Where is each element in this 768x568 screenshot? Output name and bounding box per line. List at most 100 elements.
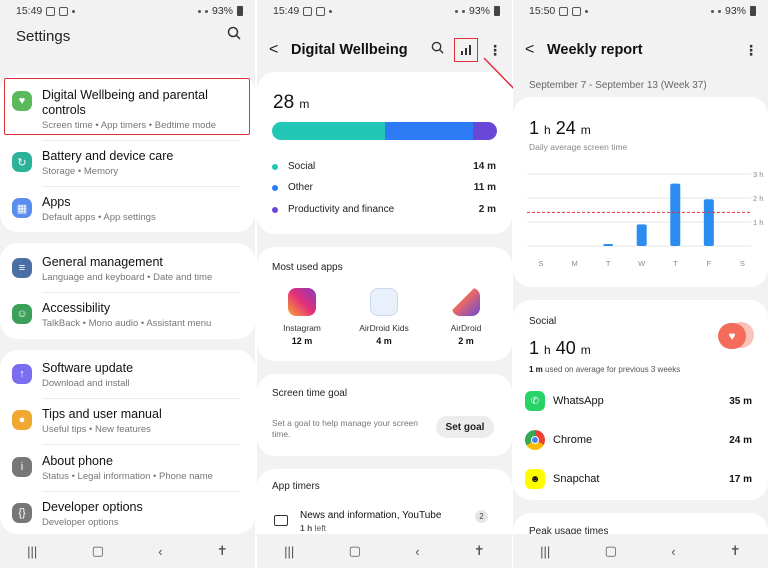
settings-item-tips[interactable]: ● Tips and user manual Useful tips • New … — [0, 407, 255, 435]
app-airdroid[interactable]: AirDroid 2 m — [426, 288, 506, 346]
weekly-report-screen: 15:50 93% < Weekly report ⋮ September 7 … — [513, 0, 768, 568]
item-title: Developer options — [42, 500, 143, 514]
social-app-whatsapp[interactable]: ✆ WhatsApp 35 m — [525, 391, 752, 411]
apps-grid-icon: ▦ — [12, 198, 32, 218]
social-app-snapchat[interactable]: ☻ Snapchat 17 m — [525, 469, 752, 489]
social-note-value: 1 m — [529, 365, 543, 374]
x-tick-label: M — [571, 259, 577, 268]
status-bar: 15:50 93% — [513, 0, 768, 22]
social-note-text: used on average for previous 3 weeks — [542, 365, 681, 374]
battery-icon — [494, 6, 500, 16]
nav-bar: ||| ▢ ‹ ✝ — [0, 534, 255, 568]
avg-hours: 1 — [529, 118, 540, 138]
divider — [42, 292, 241, 293]
more-options-icon[interactable]: ⋮ — [744, 42, 758, 59]
photo-icon — [59, 6, 69, 16]
accessibility-shortcut-icon[interactable]: ✝ — [217, 543, 228, 559]
settings-item-general-management[interactable]: ≡ General management Language and keyboar… — [0, 255, 255, 283]
item-subtitle: TalkBack • Mono audio • Assistant menu — [42, 318, 212, 329]
photo-icon — [316, 6, 326, 16]
back-icon[interactable]: ‹ — [158, 544, 162, 559]
home-icon[interactable]: ▢ — [92, 543, 104, 559]
legend-dot — [272, 184, 278, 191]
y-tick-label: 2 h — [753, 194, 763, 203]
back-arrow-icon[interactable]: < — [525, 41, 547, 59]
code-braces-icon: {} — [12, 503, 32, 523]
accessibility-shortcut-icon[interactable]: ✝ — [730, 543, 741, 559]
wifi-icon — [204, 9, 208, 13]
social-hours-unit: h — [544, 343, 551, 357]
app-duration: 24 m — [729, 434, 752, 446]
app-header: < Digital Wellbeing ⋮ — [269, 38, 502, 62]
back-icon[interactable]: ‹ — [671, 544, 675, 559]
gallery-icon — [559, 6, 569, 16]
nav-bar: ||| ▢ ‹ ✝ — [513, 534, 768, 568]
x-tick-label: T — [673, 259, 678, 268]
home-icon[interactable]: ▢ — [605, 543, 617, 559]
date-range[interactable]: September 7 - September 13 (Week 37) — [529, 80, 707, 91]
settings-item-about-phone[interactable]: i About phone Status • Legal information … — [0, 454, 255, 482]
airdroid-icon — [452, 288, 480, 316]
recents-icon[interactable]: ||| — [284, 544, 294, 559]
screen-time-goal-card — [257, 374, 512, 456]
status-time: 15:49 — [16, 5, 43, 17]
sliders-icon: ≡ — [12, 258, 32, 278]
item-title: Apps — [42, 195, 71, 209]
settings-item-accessibility[interactable]: ☺ Accessibility TalkBack • Mono audio • A… — [0, 301, 255, 329]
chart-bar-5 — [703, 199, 714, 246]
accessibility-shortcut-icon[interactable]: ✝ — [474, 543, 485, 559]
wifi-icon — [461, 9, 465, 13]
chart-bar-4 — [670, 183, 681, 246]
app-duration: 4 m — [376, 336, 392, 346]
battery-text: 93% — [468, 5, 490, 17]
notification-dot-icon — [72, 9, 76, 13]
social-category-label: Social — [529, 316, 557, 327]
item-title: About phone — [42, 454, 113, 468]
timer-remaining-label: left — [312, 523, 326, 533]
photo-icon — [572, 6, 582, 16]
app-timers-title: App timers — [272, 481, 320, 492]
total-value: 28 — [273, 92, 295, 113]
search-icon[interactable] — [227, 26, 241, 45]
signal-icon — [454, 9, 458, 13]
item-title: Accessibility — [42, 301, 111, 315]
legend-productivity: Productivity and finance 2 m — [272, 204, 496, 215]
settings-item-software-update[interactable]: ↑ Software update Download and install — [0, 361, 255, 389]
divider — [42, 398, 241, 399]
app-airdroid-kids[interactable]: AirDroid Kids 4 m — [344, 288, 424, 346]
item-subtitle: Language and keyboard • Date and time — [42, 272, 213, 283]
legend-name: Other — [288, 182, 314, 193]
legend-social: Social 14 m — [272, 161, 496, 172]
search-icon[interactable] — [431, 41, 444, 59]
back-icon[interactable]: ‹ — [415, 544, 419, 559]
gallery-icon — [303, 6, 313, 16]
heart-badge-icon: ♥ — [718, 323, 746, 349]
weekly-bar-chart[interactable]: 3 h 2 h 1 h S M T W T F S — [513, 160, 768, 275]
settings-item-apps[interactable]: ▦ Apps Default apps • App settings — [0, 195, 255, 223]
social-hours: 1 — [529, 338, 540, 358]
home-icon[interactable]: ▢ — [349, 543, 361, 559]
settings-item-battery[interactable]: ↻ Battery and device care Storage • Memor… — [0, 149, 255, 177]
timer-count-badge: 2 — [475, 510, 488, 523]
social-app-chrome[interactable]: Chrome 24 m — [525, 430, 752, 450]
settings-item-developer-options[interactable]: {} Developer options Developer options — [0, 500, 255, 528]
social-minutes-unit: m — [580, 343, 591, 357]
status-bar: 15:49 93% — [257, 0, 512, 22]
page-title: Weekly report — [547, 42, 643, 58]
app-duration: 2 m — [458, 336, 474, 346]
recents-icon[interactable]: ||| — [540, 544, 550, 559]
app-instagram[interactable]: Instagram 12 m — [262, 288, 342, 346]
back-arrow-icon[interactable]: < — [269, 41, 291, 59]
wifi-icon — [717, 9, 721, 13]
x-tick-label: T — [606, 259, 611, 268]
app-header: < Weekly report ⋮ — [525, 38, 758, 62]
set-goal-button[interactable]: Set goal — [436, 416, 494, 438]
recents-icon[interactable]: ||| — [27, 544, 37, 559]
notification-dot-icon — [329, 9, 333, 13]
notification-dot-icon — [585, 9, 589, 13]
timer-item-name[interactable]: News and information, YouTube — [300, 510, 441, 521]
settings-screen: 15:49 93% Settings ♥ Digital Wellbeing a… — [0, 0, 255, 568]
x-tick-label: F — [707, 259, 712, 268]
refresh-icon: ↻ — [12, 152, 32, 172]
legend-value: 14 m — [473, 161, 496, 172]
